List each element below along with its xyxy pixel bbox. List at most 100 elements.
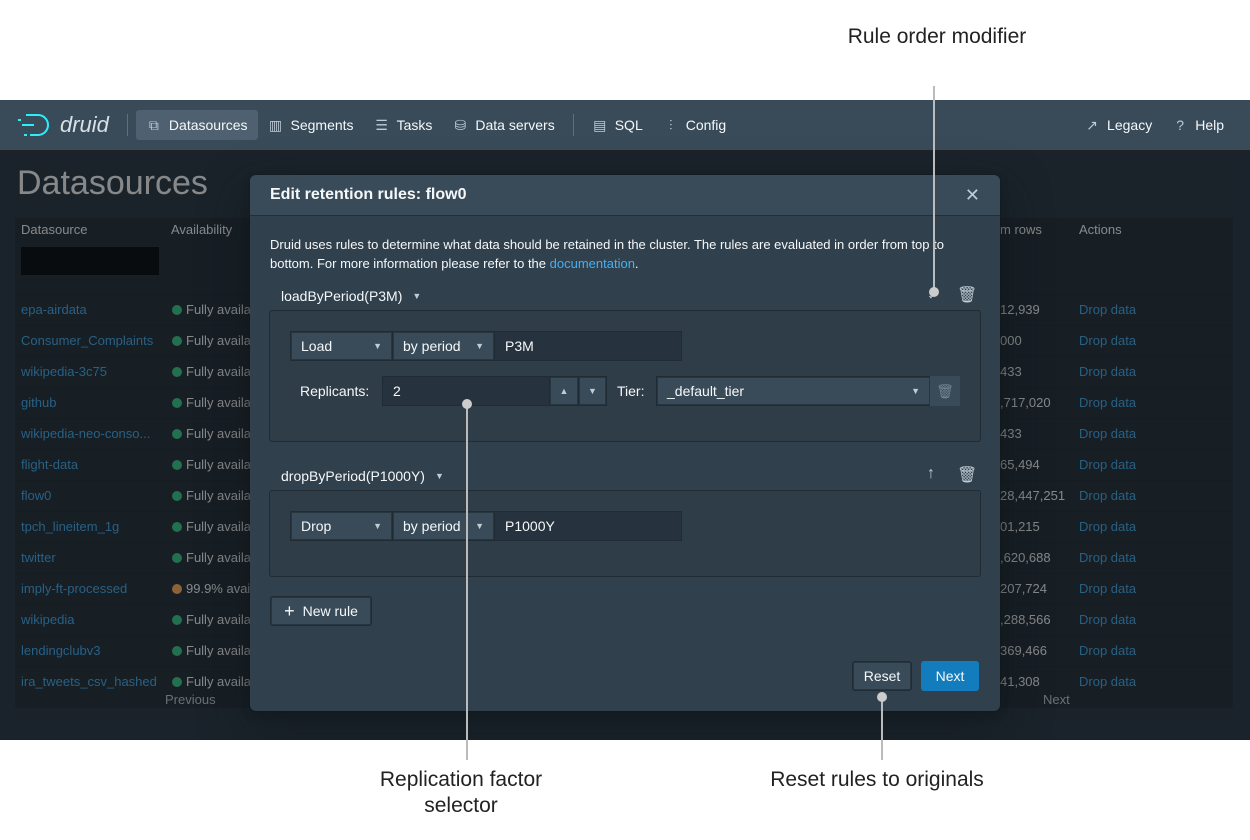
row-count: 433: [1000, 426, 1022, 441]
annotation-reset: Reset rules to originals: [770, 768, 984, 791]
nav-datasources[interactable]: ⧉ Datasources: [135, 110, 258, 140]
drop-data-link[interactable]: Drop data: [1079, 302, 1136, 317]
drop-data-link[interactable]: Drop data: [1079, 488, 1136, 503]
help-icon: ?: [1176, 117, 1185, 133]
druid-logo-icon: [18, 114, 49, 136]
datasource-link[interactable]: twitter: [21, 550, 56, 565]
datasource-link[interactable]: wikipedia-3c75: [21, 364, 107, 379]
nav-legacy[interactable]: ↗ Legacy: [1074, 110, 1162, 140]
column-header[interactable]: m rows: [1000, 222, 1042, 237]
nav-data-servers[interactable]: ⛁ Data servers: [442, 110, 564, 140]
datasource-link[interactable]: imply-ft-processed: [21, 581, 127, 596]
rule-mode-select[interactable]: by period ▼: [392, 511, 495, 541]
previous-button[interactable]: Previous: [165, 692, 216, 707]
datasource-link[interactable]: tpch_lineitem_1g: [21, 519, 119, 534]
drop-data-link[interactable]: Drop data: [1079, 364, 1136, 379]
drop-data-link[interactable]: Drop data: [1079, 426, 1136, 441]
datasource-link[interactable]: epa-airdata: [21, 302, 87, 317]
datasource-link[interactable]: ira_tweets_csv_hashed: [21, 674, 157, 689]
rule-header[interactable]: dropByPeriod(P1000Y) ▼: [281, 468, 444, 484]
drop-data-link[interactable]: Drop data: [1079, 674, 1136, 689]
select-value: Drop: [301, 518, 332, 534]
caret-down-icon: ▼: [475, 341, 484, 351]
datasource-link[interactable]: wikipedia: [21, 612, 74, 627]
row-count: ,717,020: [1000, 395, 1051, 410]
drop-data-link[interactable]: Drop data: [1079, 550, 1136, 565]
increment-button[interactable]: ▲: [549, 376, 579, 406]
select-value: Load: [301, 338, 333, 354]
pointer-line: [881, 697, 883, 760]
plus-icon: +: [284, 600, 295, 621]
availability-text: Fully availa: [186, 488, 252, 503]
drop-data-link[interactable]: Drop data: [1079, 395, 1136, 410]
rule-name: dropByPeriod(P1000Y): [281, 468, 425, 484]
datasource-link[interactable]: github: [21, 395, 56, 410]
availability-text: 99.9% avai: [186, 581, 251, 596]
column-header[interactable]: Actions: [1079, 222, 1122, 237]
availability-text: Fully availa: [186, 612, 252, 627]
rule-mode-select[interactable]: by period ▼: [392, 331, 495, 361]
datasource-link[interactable]: flow0: [21, 488, 51, 503]
caret-down-icon: ▼: [373, 341, 382, 351]
replicants-label: Replicants:: [300, 383, 370, 399]
nav-sql[interactable]: ▤ SQL: [582, 110, 653, 140]
datasource-link[interactable]: lendingclubv3: [21, 643, 101, 658]
column-header[interactable]: Availability: [171, 222, 232, 237]
drop-data-link[interactable]: Drop data: [1079, 519, 1136, 534]
datasource-link[interactable]: Consumer_Complaints: [21, 333, 153, 348]
druid-app: druid ⧉ Datasources ▥ Segments ☰ Tasks ⛁ Dat…: [0, 100, 1250, 740]
tier-select[interactable]: _default_tier ▼: [656, 376, 931, 406]
trash-icon[interactable]: 🗑: [957, 465, 977, 485]
select-value: by period: [403, 338, 461, 354]
period-input[interactable]: P1000Y: [494, 511, 682, 541]
rule-type-select[interactable]: Drop ▼: [290, 511, 393, 541]
druid-logo[interactable]: druid: [18, 112, 109, 138]
trash-icon[interactable]: 🗑: [957, 285, 977, 305]
datasources-icon: ⧉: [148, 116, 159, 133]
drop-data-link[interactable]: Drop data: [1079, 581, 1136, 596]
availability-text: Fully availa: [186, 519, 252, 534]
status-dot: [172, 646, 182, 656]
reset-button[interactable]: Reset: [852, 661, 912, 691]
row-count: 01,215: [1000, 519, 1040, 534]
pointer-dot: [462, 399, 472, 409]
rule-name: loadByPeriod(P3M): [281, 288, 403, 304]
row-count: 12,939: [1000, 302, 1040, 317]
datasource-link[interactable]: flight-data: [21, 457, 78, 472]
select-value: by period: [403, 518, 461, 534]
logo-text: druid: [60, 112, 109, 137]
nav-config[interactable]: ⫶ Config: [653, 110, 736, 140]
nav-tasks[interactable]: ☰ Tasks: [364, 110, 443, 140]
close-icon[interactable]: ✕: [965, 185, 980, 206]
status-dot: [172, 367, 182, 377]
row-count: ,620,688: [1000, 550, 1051, 565]
nav-help[interactable]: ? Help: [1162, 110, 1234, 140]
rule-header[interactable]: loadByPeriod(P3M) ▼: [281, 288, 421, 304]
drop-data-link[interactable]: Drop data: [1079, 457, 1136, 472]
drop-data-link[interactable]: Drop data: [1079, 333, 1136, 348]
decrement-button[interactable]: ▼: [578, 376, 607, 406]
rule-type-select[interactable]: Load ▼: [290, 331, 393, 361]
next-button[interactable]: Next: [1043, 692, 1070, 707]
column-header[interactable]: Datasource: [21, 222, 87, 237]
remove-tier-button[interactable]: 🗑: [930, 376, 960, 406]
availability-text: Fully availa: [186, 302, 252, 317]
datasource-link[interactable]: wikipedia-neo-conso...: [21, 426, 150, 441]
caret-down-icon: ▼: [434, 471, 444, 481]
documentation-link[interactable]: documentation: [550, 256, 635, 271]
new-rule-button[interactable]: + New rule: [270, 596, 372, 626]
nav-segments[interactable]: ▥ Segments: [258, 110, 364, 140]
drop-data-link[interactable]: Drop data: [1079, 643, 1136, 658]
next-button[interactable]: Next: [921, 661, 979, 691]
availability-text: Fully availa: [186, 457, 252, 472]
period-input[interactable]: P3M: [494, 331, 682, 361]
caret-down-icon: ▼: [475, 521, 484, 531]
drop-data-link[interactable]: Drop data: [1079, 612, 1136, 627]
availability-text: Fully availa: [186, 364, 252, 379]
status-dot: [172, 584, 182, 594]
status-dot: [172, 429, 182, 439]
annotation-replication: Replication factor selector: [379, 768, 543, 817]
nav-label: Tasks: [396, 117, 433, 133]
move-up-icon[interactable]: ↑: [927, 465, 935, 483]
datasource-filter-input[interactable]: [21, 247, 159, 275]
